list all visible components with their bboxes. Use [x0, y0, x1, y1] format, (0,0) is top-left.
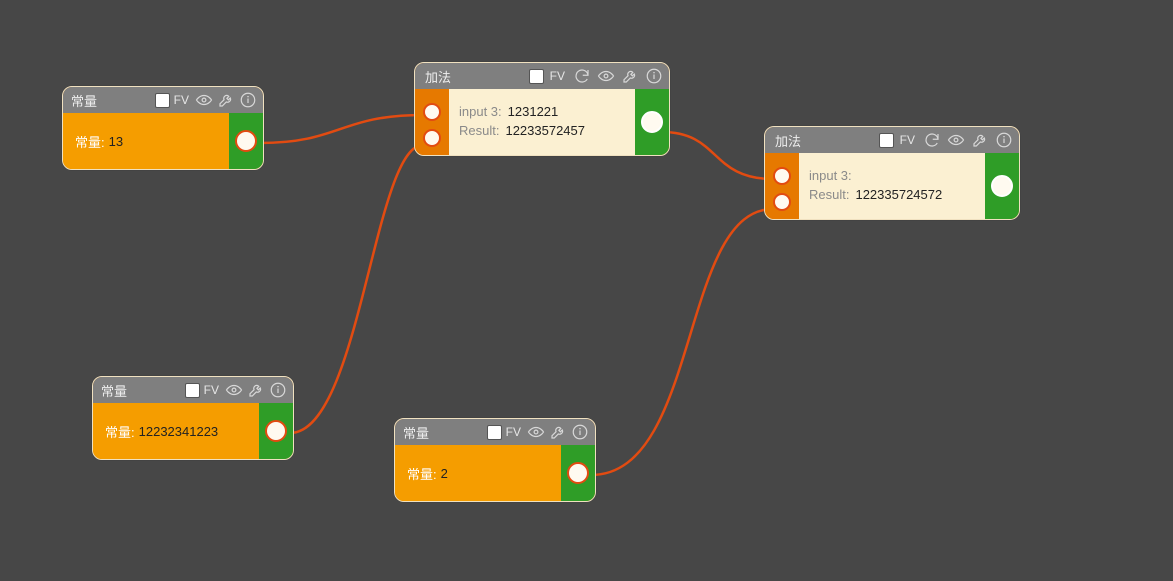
refresh-icon[interactable]	[923, 131, 941, 149]
input3-label: input 3:	[459, 104, 502, 119]
wrench-icon[interactable]	[217, 91, 235, 109]
eye-icon[interactable]	[947, 131, 965, 149]
fv-label: FV	[506, 425, 521, 439]
fv-checkbox[interactable]	[487, 425, 502, 440]
output-port[interactable]	[991, 175, 1013, 197]
node-body: input 3: 1231221 Result: 12233572457	[449, 89, 635, 155]
const-label: 常量:	[75, 132, 105, 151]
const-value: 13	[109, 134, 123, 149]
eye-icon[interactable]	[225, 381, 243, 399]
node-body: 常量: 13	[63, 113, 229, 169]
input-port-1[interactable]	[773, 167, 791, 185]
fv-checkbox[interactable]	[879, 133, 894, 148]
node-title: 常量	[101, 381, 127, 400]
node-body: input 3: Result: 122335724572	[799, 153, 985, 219]
output-port[interactable]	[567, 462, 589, 484]
const-value: 2	[441, 466, 448, 481]
const-label: 常量:	[105, 422, 135, 441]
fv-label: FV	[900, 133, 915, 147]
fv-checkbox[interactable]	[529, 69, 544, 84]
node-canvas[interactable]: 常量 FV 常量: 13 常量	[0, 0, 1173, 581]
info-icon[interactable]	[995, 131, 1013, 149]
fv-label: FV	[550, 69, 565, 83]
result-label: Result:	[459, 123, 499, 138]
node-body: 常量: 12232341223	[93, 403, 259, 459]
node-addition-1[interactable]: 加法 FV input 3: 12	[414, 62, 670, 156]
wrench-icon[interactable]	[549, 423, 567, 441]
node-header[interactable]: 常量 FV	[63, 87, 263, 113]
result-label: Result:	[809, 187, 849, 202]
wrench-icon[interactable]	[247, 381, 265, 399]
output-strip	[985, 153, 1019, 219]
node-constant-1[interactable]: 常量 FV 常量: 13	[62, 86, 264, 170]
info-icon[interactable]	[239, 91, 257, 109]
result-value: 12233572457	[505, 123, 585, 138]
node-header[interactable]: 常量 FV	[93, 377, 293, 403]
connection-wire[interactable]	[591, 209, 773, 475]
input3-value: 1231221	[508, 104, 559, 119]
input-strip	[415, 89, 449, 155]
output-strip	[635, 89, 669, 155]
node-title: 加法	[775, 131, 801, 150]
node-title: 常量	[403, 423, 429, 442]
info-icon[interactable]	[571, 423, 589, 441]
const-value: 12232341223	[139, 424, 219, 439]
node-header[interactable]: 加法 FV	[765, 127, 1019, 153]
fv-label: FV	[174, 93, 189, 107]
result-value: 122335724572	[855, 187, 942, 202]
const-label: 常量:	[407, 464, 437, 483]
info-icon[interactable]	[645, 67, 663, 85]
refresh-icon[interactable]	[573, 67, 591, 85]
wrench-icon[interactable]	[621, 67, 639, 85]
connection-wire[interactable]	[290, 145, 423, 433]
info-icon[interactable]	[269, 381, 287, 399]
eye-icon[interactable]	[195, 91, 213, 109]
fv-label: FV	[204, 383, 219, 397]
node-body: 常量: 2	[395, 445, 561, 501]
eye-icon[interactable]	[597, 67, 615, 85]
eye-icon[interactable]	[527, 423, 545, 441]
output-strip	[229, 113, 263, 169]
output-strip	[561, 445, 595, 501]
node-header[interactable]: 加法 FV	[415, 63, 669, 89]
node-header[interactable]: 常量 FV	[395, 419, 595, 445]
input3-label: input 3:	[809, 168, 852, 183]
input-port-2[interactable]	[423, 129, 441, 147]
output-port[interactable]	[235, 130, 257, 152]
node-addition-2[interactable]: 加法 FV input 3:	[764, 126, 1020, 220]
output-port[interactable]	[641, 111, 663, 133]
node-title: 加法	[425, 67, 451, 86]
input-port-2[interactable]	[773, 193, 791, 211]
wrench-icon[interactable]	[971, 131, 989, 149]
input-port-1[interactable]	[423, 103, 441, 121]
fv-checkbox[interactable]	[185, 383, 200, 398]
output-strip	[259, 403, 293, 459]
connection-wire[interactable]	[662, 132, 773, 179]
input-strip	[765, 153, 799, 219]
node-constant-2[interactable]: 常量 FV 常量: 12232341223	[92, 376, 294, 460]
fv-checkbox[interactable]	[155, 93, 170, 108]
node-title: 常量	[71, 91, 97, 110]
output-port[interactable]	[265, 420, 287, 442]
node-constant-3[interactable]: 常量 FV 常量: 2	[394, 418, 596, 502]
connection-wire[interactable]	[260, 115, 423, 143]
